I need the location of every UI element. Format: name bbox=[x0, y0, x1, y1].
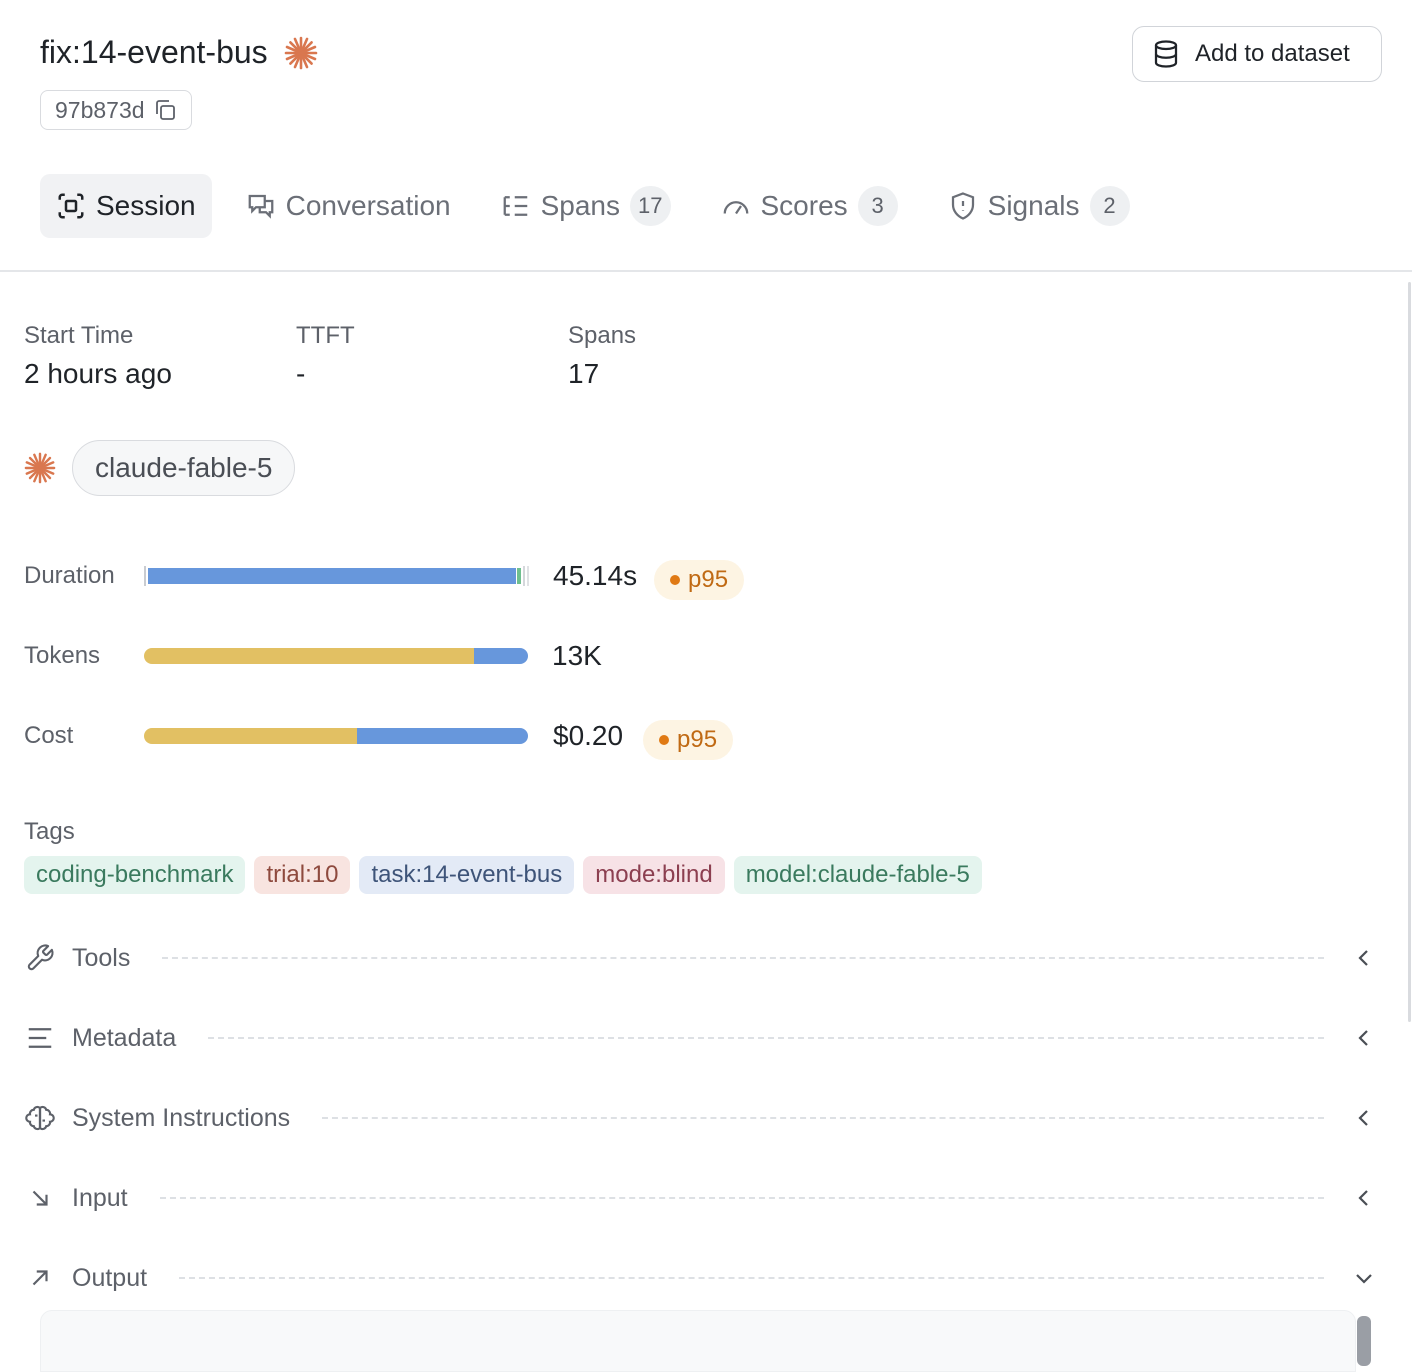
page-scrollbar[interactable] bbox=[1408, 282, 1411, 1022]
badge-label: p95 bbox=[688, 566, 729, 593]
section-divider bbox=[208, 1037, 1324, 1039]
stat-value: - bbox=[296, 358, 306, 389]
signals-count-badge: 2 bbox=[1089, 186, 1130, 226]
cost-p95-badge: p95 bbox=[643, 720, 734, 760]
chevron-left-icon[interactable] bbox=[1352, 946, 1376, 970]
section-divider bbox=[322, 1117, 1324, 1119]
model-row: claude-fable-5 bbox=[24, 440, 296, 496]
section-output[interactable]: Output bbox=[24, 1258, 1376, 1298]
stat-label: Spans bbox=[568, 322, 637, 349]
stat-label: Start Time bbox=[24, 322, 134, 349]
stat-value: 17 bbox=[568, 358, 600, 389]
duration-bar bbox=[144, 566, 530, 586]
copy-icon[interactable] bbox=[153, 98, 177, 122]
tab-label: Session bbox=[96, 190, 196, 221]
output-scrollbar[interactable] bbox=[1357, 1316, 1371, 1366]
add-to-dataset-label: Add to dataset bbox=[1195, 40, 1350, 67]
model-chip[interactable]: claude-fable-5 bbox=[72, 440, 296, 496]
page-title: fix:14-event-bus bbox=[40, 34, 268, 70]
cost-input-segment bbox=[144, 728, 358, 744]
arrow-up-right-icon bbox=[24, 1262, 56, 1294]
brain-icon bbox=[24, 1102, 56, 1134]
tab-label: Signals bbox=[987, 190, 1080, 221]
section-tools[interactable]: Tools bbox=[24, 938, 1376, 978]
duration-label: Duration bbox=[24, 562, 115, 589]
spans-count-badge: 17 bbox=[630, 186, 671, 226]
cost-value: $0.20 bbox=[553, 720, 624, 751]
tab-label: Scores bbox=[760, 190, 848, 221]
tokens-bar bbox=[144, 648, 528, 664]
section-label: Metadata bbox=[72, 1023, 177, 1052]
wrench-icon bbox=[24, 942, 56, 974]
stat-spans: Spans 17 bbox=[568, 322, 636, 390]
stat-ttft: TTFT - bbox=[296, 322, 355, 390]
database-icon bbox=[1151, 39, 1181, 69]
cost-bar bbox=[144, 728, 528, 744]
chat-icon bbox=[246, 191, 276, 221]
duration-p95-badge: p95 bbox=[654, 560, 745, 600]
tag-chip[interactable]: mode:blind bbox=[583, 856, 725, 894]
chevron-left-icon[interactable] bbox=[1352, 1026, 1376, 1050]
scores-count-badge: 3 bbox=[857, 186, 898, 226]
trace-header: fix:14-event-bus bbox=[40, 34, 318, 71]
shield-alert-icon bbox=[948, 191, 978, 221]
tag-chip[interactable]: coding-benchmark bbox=[24, 856, 246, 894]
stat-label: TTFT bbox=[296, 322, 355, 349]
tab-conversation[interactable]: Conversation bbox=[230, 174, 467, 238]
tag-chip[interactable]: trial:10 bbox=[254, 856, 351, 894]
tab-signals[interactable]: Signals 2 bbox=[932, 174, 1146, 238]
output-content-panel bbox=[40, 1310, 1356, 1372]
tab-label: Conversation bbox=[285, 190, 451, 221]
cost-label: Cost bbox=[24, 722, 74, 749]
chevron-left-icon[interactable] bbox=[1352, 1106, 1376, 1130]
badge-label: p95 bbox=[677, 726, 718, 753]
add-to-dataset-button[interactable]: Add to dataset bbox=[1132, 26, 1382, 82]
spans-tree-icon bbox=[501, 191, 531, 221]
section-metadata[interactable]: Metadata bbox=[24, 1018, 1376, 1058]
starburst-icon bbox=[24, 452, 56, 484]
section-label: Input bbox=[72, 1183, 128, 1212]
section-input[interactable]: Input bbox=[24, 1178, 1376, 1218]
cost-output-segment bbox=[357, 728, 528, 744]
tokens-output-segment bbox=[474, 648, 528, 664]
tags-label: Tags bbox=[24, 818, 75, 845]
tag-chip[interactable]: model:claude-fable-5 bbox=[733, 856, 982, 894]
commit-hash: 97b873d bbox=[55, 96, 145, 123]
tab-divider bbox=[0, 270, 1412, 272]
section-label: Output bbox=[72, 1263, 148, 1292]
badge-dot bbox=[670, 575, 680, 585]
commit-hash-chip[interactable]: 97b873d bbox=[40, 90, 192, 130]
chevron-left-icon[interactable] bbox=[1352, 1186, 1376, 1210]
starburst-icon bbox=[284, 36, 318, 70]
tokens-input-segment bbox=[144, 648, 475, 664]
section-label: Tools bbox=[72, 943, 131, 972]
chevron-down-icon[interactable] bbox=[1352, 1266, 1376, 1290]
tab-label: Spans bbox=[540, 190, 621, 221]
session-icon bbox=[56, 191, 86, 221]
section-system-instructions[interactable]: System Instructions bbox=[24, 1098, 1376, 1138]
duration-value: 45.14s bbox=[553, 560, 638, 591]
tag-list: coding-benchmark trial:10 task:14-event-… bbox=[24, 856, 982, 894]
section-divider bbox=[179, 1277, 1324, 1279]
gauge-icon bbox=[721, 191, 751, 221]
badge-dot bbox=[659, 735, 669, 745]
tokens-label: Tokens bbox=[24, 642, 101, 669]
lines-icon bbox=[24, 1022, 56, 1054]
tag-chip[interactable]: task:14-event-bus bbox=[359, 856, 575, 894]
tab-spans[interactable]: Spans 17 bbox=[485, 174, 687, 238]
tokens-value: 13K bbox=[552, 640, 602, 671]
stat-start-time: Start Time 2 hours ago bbox=[24, 322, 172, 390]
tab-scores[interactable]: Scores 3 bbox=[705, 174, 914, 238]
arrow-down-right-icon bbox=[24, 1182, 56, 1214]
tab-bar: Session Conversation Spans 17 Scores 3 S… bbox=[40, 174, 1164, 238]
section-label: System Instructions bbox=[72, 1103, 291, 1132]
section-divider bbox=[159, 1197, 1324, 1199]
tab-session[interactable]: Session bbox=[40, 174, 212, 238]
section-divider bbox=[162, 957, 1324, 959]
stat-value: 2 hours ago bbox=[24, 358, 172, 389]
